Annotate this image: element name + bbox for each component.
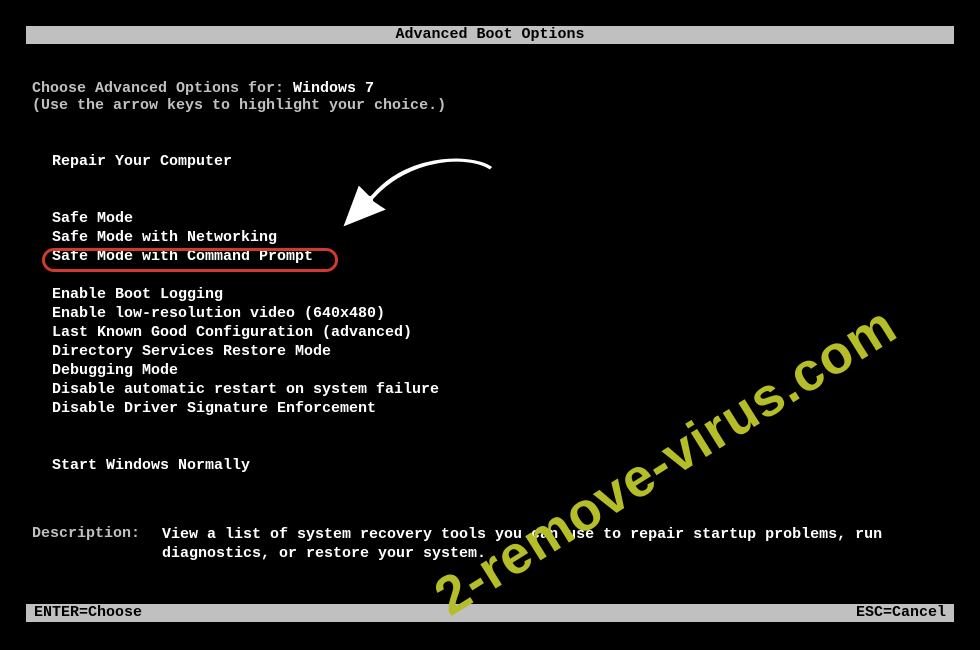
menu-item-repair[interactable]: Repair Your Computer — [52, 152, 948, 171]
title-bar: Advanced Boot Options — [26, 26, 954, 44]
prompt-prefix: Choose Advanced Options for: — [32, 80, 293, 97]
boot-menu[interactable]: Repair Your Computer Safe Mode Safe Mode… — [52, 152, 948, 475]
title-text: Advanced Boot Options — [395, 26, 584, 43]
footer-esc: ESC=Cancel — [856, 604, 946, 622]
menu-item-debug[interactable]: Debugging Mode — [52, 361, 948, 380]
prompt-line: Choose Advanced Options for: Windows 7 — [32, 80, 948, 97]
description-text: View a list of system recovery tools you… — [162, 525, 948, 563]
footer-bar: ENTER=Choose ESC=Cancel — [26, 604, 954, 622]
hint-line: (Use the arrow keys to highlight your ch… — [32, 97, 948, 114]
menu-item-nosig[interactable]: Disable Driver Signature Enforcement — [52, 399, 948, 418]
menu-item-lowres[interactable]: Enable low-resolution video (640x480) — [52, 304, 948, 323]
menu-item-noautoreboot[interactable]: Disable automatic restart on system fail… — [52, 380, 948, 399]
menu-item-safemode-net[interactable]: Safe Mode with Networking — [52, 228, 948, 247]
menu-item-lastknown[interactable]: Last Known Good Configuration (advanced) — [52, 323, 948, 342]
os-name: Windows 7 — [293, 80, 374, 97]
menu-item-normal[interactable]: Start Windows Normally — [52, 456, 948, 475]
menu-item-bootlog[interactable]: Enable Boot Logging — [52, 285, 948, 304]
description-row: Description: View a list of system recov… — [32, 525, 948, 563]
description-label: Description: — [32, 525, 162, 563]
menu-item-safemode-cmd[interactable]: Safe Mode with Command Prompt — [52, 247, 948, 266]
content-area: Choose Advanced Options for: Windows 7 (… — [32, 80, 948, 475]
menu-item-safemode[interactable]: Safe Mode — [52, 209, 948, 228]
menu-item-dsrestore[interactable]: Directory Services Restore Mode — [52, 342, 948, 361]
footer-enter: ENTER=Choose — [34, 604, 142, 622]
